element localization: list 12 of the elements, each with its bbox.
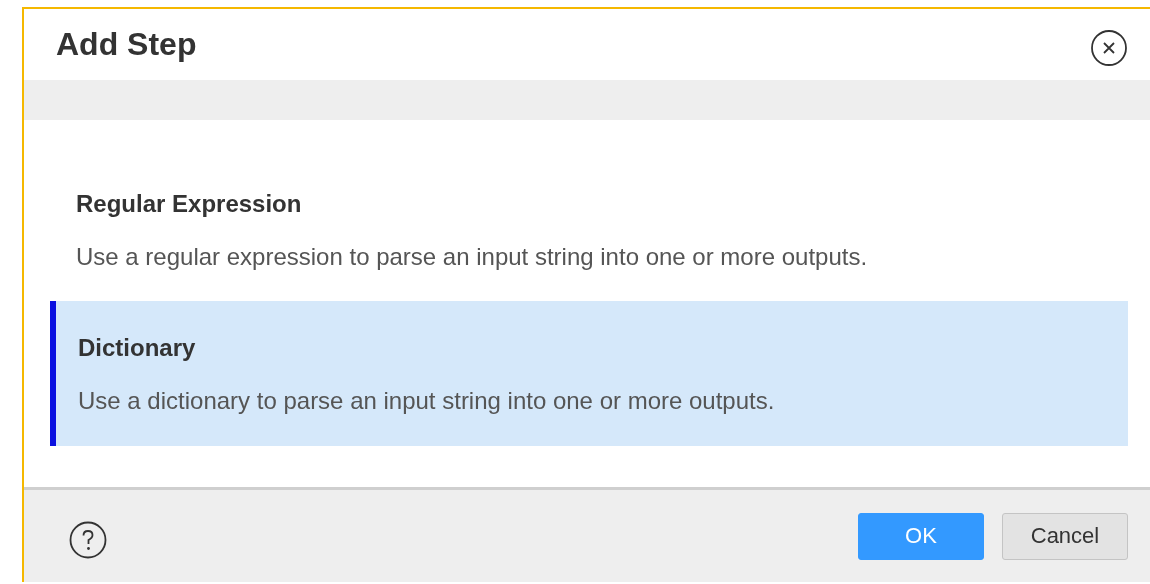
option-description: Use a dictionary to parse an input string into one or more outputs. <box>78 387 776 415</box>
step-option[interactable]: Dictionary Use a dictionary to parse an input string into one or more outputs. <box>50 301 1128 446</box>
option-description: Use a regular expression to parse an input string into one or more outputs. <box>76 243 869 271</box>
step-option[interactable]: Regular Expression Use a regular expression to parse an input string into one or more outputs. <box>50 190 1128 301</box>
help-icon <box>68 520 108 560</box>
close-button[interactable] <box>1090 28 1128 67</box>
cancel-button[interactable]: Cancel <box>1002 512 1128 560</box>
help-button[interactable] <box>68 520 108 560</box>
dialog-title: Add Step <box>56 26 197 63</box>
close-icon <box>1090 28 1128 67</box>
option-title: Dictionary <box>78 334 197 362</box>
option-title: Regular Expression <box>76 190 303 218</box>
